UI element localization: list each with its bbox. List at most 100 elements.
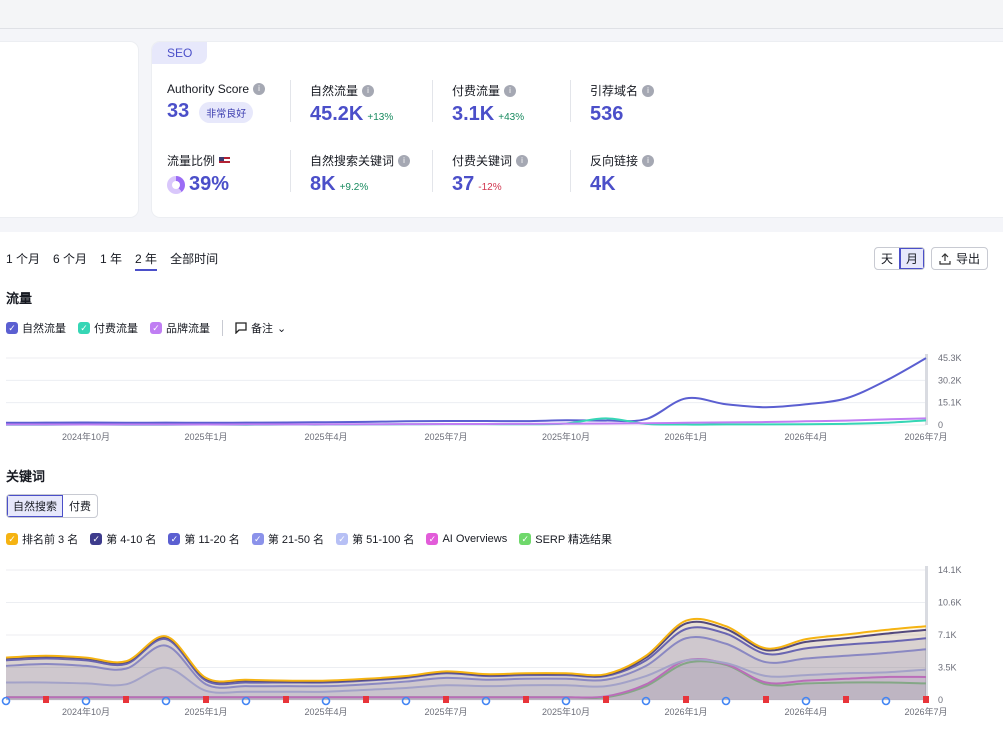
export-label: 导出: [956, 252, 981, 266]
keywords-chart: 0 3.5K 7.1K 10.6K 14.1K 2024年10月 2025年1月 2025年4…: [1, 565, 962, 717]
period-tabs: 1 个月 6 个月 1 年 2 年 全部时间: [6, 250, 218, 271]
x-tick-label: 2026年1月: [664, 431, 707, 442]
red-flag-icon: [43, 696, 49, 703]
comment-icon: [235, 322, 247, 334]
legend-label: 排名前 3 名: [22, 534, 79, 546]
metric-value: 4K: [590, 173, 616, 195]
checkbox-icon: ✓: [168, 533, 181, 545]
legend-label: 付费流量: [94, 323, 138, 335]
red-flag-icon: [203, 696, 209, 703]
checkbox-icon: ✓: [426, 533, 439, 545]
checkbox-icon: ✓: [251, 533, 264, 545]
metric-referring-domains[interactable]: 引荐域名 i 536: [590, 82, 655, 126]
checkbox-icon: ✓: [519, 533, 532, 545]
info-icon[interactable]: i: [253, 83, 266, 95]
x-tick-label: 2025年7月: [424, 431, 467, 442]
donut-chart-icon: [167, 175, 185, 194]
legend-11-20[interactable]: ✓ 第 11-20 名: [168, 531, 240, 547]
metric-value: 536: [590, 103, 624, 125]
granularity-month-button[interactable]: 月: [899, 248, 925, 269]
chart-edge: [925, 354, 928, 425]
metric-authority-score[interactable]: Authority Score i 33 非常良好: [167, 82, 266, 123]
legend-ai-overviews[interactable]: ✓ AI Overviews: [426, 533, 507, 545]
x-tick-label: 2026年4月: [784, 431, 827, 442]
metric-value: 39%: [189, 173, 230, 195]
info-icon[interactable]: i: [504, 84, 517, 97]
metric-value: 45.2K: [310, 103, 364, 125]
metric-label: Authority Score: [167, 82, 250, 96]
checkbox-icon: ✓: [78, 322, 90, 334]
traffic-chart: 0 15.1K 30.2K 45.3K 2024年10月 2025年1月 2025年4月 20…: [5, 353, 962, 442]
legend-paid-traffic[interactable]: ✓ 付费流量: [78, 320, 138, 336]
y-tick-label: 0: [938, 695, 943, 705]
x-tick-label: 2026年1月: [664, 706, 707, 717]
metric-paid-keywords[interactable]: 付费关键词 i 37 -12%: [452, 152, 529, 196]
metric-backlinks[interactable]: 反向链接 i 4K: [590, 152, 655, 196]
domain-card: [0, 42, 138, 217]
metric-label: 流量比例: [167, 154, 216, 168]
info-icon[interactable]: i: [642, 84, 655, 97]
y-tick-label: 14.1K: [938, 565, 962, 575]
x-tick-label: 2026年4月: [784, 706, 827, 717]
x-tick-label: 2025年7月: [424, 706, 467, 717]
divider: [432, 80, 433, 122]
info-icon[interactable]: i: [398, 154, 411, 167]
red-flag-icon: [443, 696, 449, 703]
y-tick-label: 45.3K: [938, 353, 962, 363]
x-tick-label: 2026年7月: [904, 706, 947, 717]
y-tick-label: 0: [938, 420, 943, 430]
legend-label: 第 4-10 名: [106, 534, 157, 546]
legend-label: 品牌流量: [166, 323, 210, 335]
red-flag-icon: [283, 696, 289, 703]
metric-label: 付费流量: [452, 84, 501, 98]
granularity-toggle: 天 月: [874, 247, 926, 270]
legend-21-50[interactable]: ✓ 第 21-50 名: [251, 531, 324, 547]
y-tick-label: 15.1K: [938, 398, 962, 408]
divider: [222, 320, 223, 336]
info-icon[interactable]: i: [516, 154, 529, 167]
legend-label: SERP 精选结果: [535, 534, 613, 546]
granularity-day-button[interactable]: 天: [875, 248, 899, 269]
metric-organic-keywords[interactable]: 自然搜索关键词 i 8K +9.2%: [310, 152, 411, 196]
red-flag-icon: [603, 696, 609, 703]
red-flag-icon: [523, 696, 529, 703]
info-icon[interactable]: i: [642, 154, 655, 167]
organic-search-button[interactable]: 自然搜索: [7, 495, 63, 517]
legend-label: AI Overviews: [442, 533, 508, 545]
export-button[interactable]: 导出: [931, 247, 989, 270]
divider: [570, 80, 571, 122]
legend-organic-traffic[interactable]: ✓ 自然流量: [6, 320, 66, 336]
x-tick-label: 2026年7月: [904, 431, 947, 442]
tab-1-month[interactable]: 1 个月: [6, 250, 40, 271]
x-tick-label: 2025年1月: [184, 706, 227, 717]
tab-1-year[interactable]: 1 年: [100, 250, 122, 271]
legend-4-10[interactable]: ✓ 第 4-10 名: [90, 531, 156, 547]
paid-button[interactable]: 付费: [63, 495, 97, 517]
metric-organic-traffic[interactable]: 自然流量 i 45.2K +13%: [310, 82, 393, 126]
metric-traffic-share[interactable]: 流量比例 39%: [167, 152, 231, 196]
y-tick-label: 10.6K: [938, 598, 962, 608]
red-flag-icon: [923, 696, 929, 703]
metric-label: 自然搜索关键词: [310, 154, 395, 168]
legend-branded-traffic[interactable]: ✓ 品牌流量: [150, 320, 210, 336]
legend-51-100[interactable]: ✓ 第 51-100 名: [336, 531, 414, 547]
metric-label: 引荐域名: [590, 84, 639, 98]
metric-delta: -12%: [478, 182, 502, 193]
legend-serp-features[interactable]: ✓ SERP 精选结果: [519, 531, 612, 547]
tab-6-months[interactable]: 6 个月: [53, 250, 87, 271]
metric-value: 37: [452, 173, 475, 195]
traffic-legend: ✓ 自然流量 ✓ 付费流量 ✓ 品牌流量 备注 ⌄: [6, 320, 286, 336]
metric-paid-traffic[interactable]: 付费流量 i 3.1K +43%: [452, 82, 524, 126]
y-tick-label: 7.1K: [938, 630, 957, 640]
checkbox-icon: ✓: [6, 322, 18, 334]
metric-delta: +9.2%: [339, 182, 369, 193]
seo-badge: SEO: [152, 42, 208, 64]
legend-top-3[interactable]: ✓ 排名前 3 名: [6, 531, 78, 547]
series-line: [5, 357, 927, 424]
tab-2-years[interactable]: 2 年: [135, 250, 158, 271]
x-tick-label: 2024年10月: [62, 431, 110, 442]
info-icon[interactable]: i: [362, 84, 375, 97]
tab-all-time[interactable]: 全部时间: [170, 250, 218, 271]
notes-dropdown[interactable]: 备注 ⌄: [235, 320, 286, 336]
keywords-legend: ✓ 排名前 3 名 ✓ 第 4-10 名 ✓ 第 11-20 名 ✓ 第 21-50 名…: [6, 531, 612, 547]
